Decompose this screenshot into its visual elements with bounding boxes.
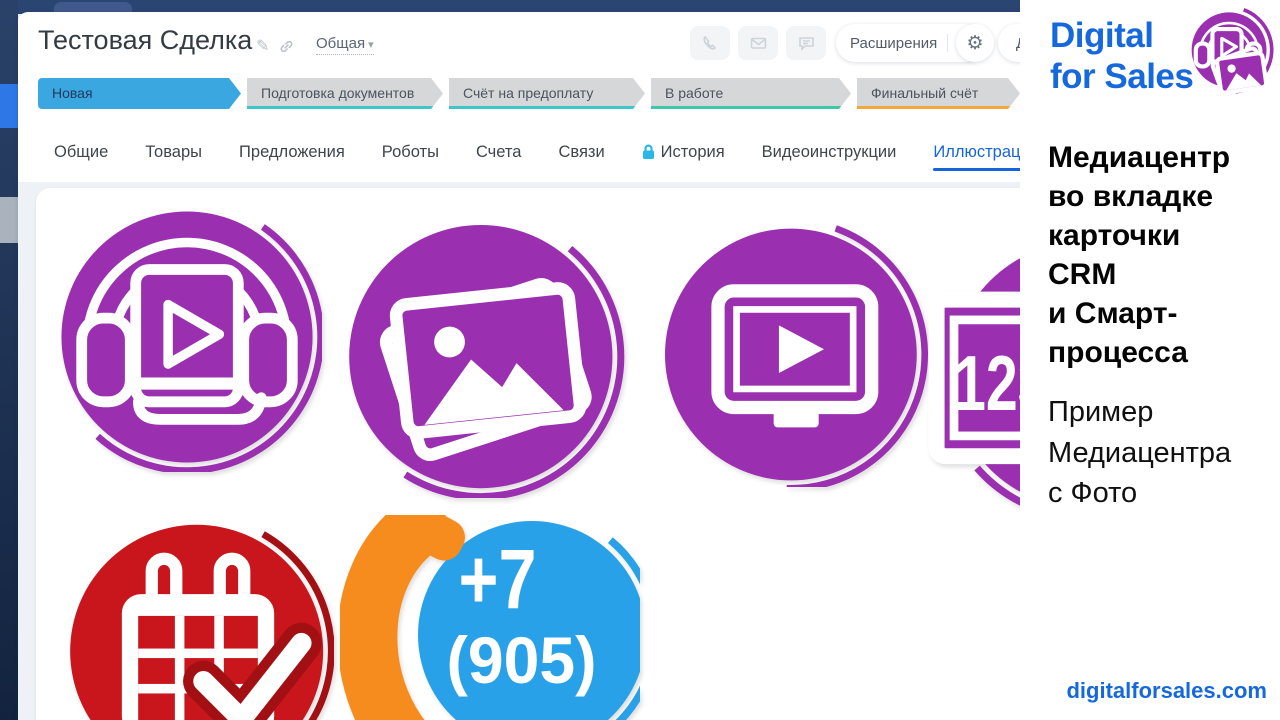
media-center-logo-icon [1184, 5, 1274, 97]
tab-general[interactable]: Общие [54, 143, 108, 162]
heading-line: и Смарт- [1048, 297, 1178, 330]
tab-label: Предложения [239, 142, 345, 161]
tab-label: Счета [475, 142, 522, 161]
media-item-digits[interactable]: 123 [925, 229, 1020, 521]
chat-button[interactable] [786, 26, 826, 60]
tab-links[interactable]: Связи [558, 143, 604, 162]
tab-quotes[interactable]: Предложения [239, 143, 345, 162]
app-left-menu-strip [0, 0, 18, 720]
tab-video-guides[interactable]: Видеоинструкции [762, 143, 897, 162]
media-item-phone[interactable]: +7 (905) [337, 497, 659, 720]
deal-tabs: Общие Товары Предложения Роботы Счета Св… [54, 132, 1020, 172]
photos-icon [337, 213, 625, 501]
stage-label: Новая [52, 85, 93, 101]
chat-bubble-icon [798, 37, 814, 51]
brand-line2: for Sales [1050, 56, 1194, 96]
tab-illustrations[interactable]: Иллюстрации [933, 142, 1020, 171]
heading-line: карточки [1048, 219, 1181, 252]
calendar-check-icon [58, 513, 335, 720]
phone-icon [703, 35, 717, 50]
tab-label: Общие [54, 142, 109, 161]
stage-underline [651, 106, 841, 109]
tab-label: Связи [558, 142, 605, 161]
video-player-icon [653, 217, 929, 492]
stage-new[interactable]: Новая [38, 78, 241, 109]
gear-icon: ⚙ [966, 32, 984, 54]
media-item-photos[interactable] [337, 213, 625, 501]
media-item-calendar[interactable] [58, 513, 335, 720]
pipeline-selector[interactable]: Общая ▾ [316, 35, 374, 55]
lock-icon [642, 144, 654, 159]
stage-underline [247, 106, 433, 109]
branding-sidebar: Digital for Sales Медиацентр во вкладке … [1020, 0, 1280, 720]
left-menu-accent-grey [0, 197, 18, 243]
stage-final-invoice[interactable]: Финальный счёт [857, 78, 1020, 109]
button-divider [947, 34, 949, 52]
tab-label: История [660, 142, 725, 161]
digits-123-icon: 123 [928, 229, 1020, 521]
tab-label: Видеоинструкции [761, 142, 897, 161]
deal-card: Тестовая Сделка ✎ Общая ▾ Расширения ⚙ Н… [18, 12, 1020, 720]
stage-label: Подготовка документов [261, 85, 415, 101]
stage-label: Счёт на предоплату [463, 85, 594, 101]
brand-line1: Digital [1050, 16, 1154, 55]
email-button[interactable] [738, 26, 778, 60]
tab-history[interactable]: История [642, 143, 725, 162]
website-link: digitalforsales.com [1066, 678, 1267, 703]
crm-screenshot: Тестовая Сделка ✎ Общая ▾ Расширения ⚙ Н… [0, 0, 1020, 720]
tab-products[interactable]: Товары [145, 143, 202, 162]
left-menu-accent-blue [0, 84, 18, 128]
tab-label: Товары [145, 142, 203, 161]
subheading-line: Медиацентра [1048, 436, 1232, 469]
media-item-audiobook[interactable] [49, 199, 325, 475]
stage-in-progress[interactable]: В работе [651, 78, 851, 109]
mail-icon [750, 37, 766, 49]
heading-line: CRM [1048, 258, 1117, 291]
stage-underline [857, 106, 1010, 109]
tab-invoices[interactable]: Счета [476, 143, 522, 162]
call-button[interactable] [690, 26, 730, 60]
digits-text: 123 [954, 339, 1020, 427]
stage-label: В работе [665, 85, 724, 101]
chevron-down-icon: ▾ [368, 39, 374, 51]
audiobook-icon [49, 199, 325, 475]
heading-line: процесса [1048, 336, 1188, 369]
tab-label: Иллюстрации [933, 142, 1020, 161]
phone-text-line1: +7 [459, 532, 537, 626]
deal-title: Тестовая Сделка [38, 25, 253, 55]
phone-call-icon: +7 (905) [337, 497, 659, 720]
sidebar-subheading: Пример Медиацентра с Фото [1048, 392, 1231, 514]
settings-gear-button[interactable]: ⚙ [956, 24, 994, 62]
heading-line: Медиацентр [1048, 141, 1231, 174]
edit-pencil-icon[interactable]: ✎ [256, 36, 269, 56]
deal-card-header: Тестовая Сделка ✎ Общая ▾ Расширения ⚙ [18, 12, 1020, 78]
extensions-label: Расширения [850, 34, 938, 52]
copy-link-icon[interactable] [279, 39, 294, 54]
deal-stage-bar: Новая Подготовка документов Счёт на пред… [38, 78, 1020, 109]
pipeline-selector-label: Общая [316, 35, 366, 52]
heading-line: во вкладке [1048, 180, 1214, 213]
stage-label: Финальный счёт [871, 85, 979, 101]
media-item-video[interactable] [653, 217, 930, 492]
subheading-line: с Фото [1048, 477, 1138, 510]
actions-button-clipped[interactable]: Д [998, 24, 1020, 62]
stage-prepayment-invoice[interactable]: Счёт на предоплату [449, 78, 645, 109]
phone-text-line2: (905) [447, 623, 597, 697]
stage-underline [449, 106, 635, 109]
subheading-line: Пример [1048, 396, 1154, 428]
sidebar-heading: Медиацентр во вкладке карточки CRM и Сма… [1048, 138, 1230, 372]
brand-logo [1175, 2, 1279, 106]
tab-robots[interactable]: Роботы [382, 143, 439, 162]
brand-wordmark: Digital for Sales [1050, 16, 1194, 98]
stage-docs[interactable]: Подготовка документов [247, 78, 443, 109]
tab-label: Роботы [381, 142, 439, 161]
